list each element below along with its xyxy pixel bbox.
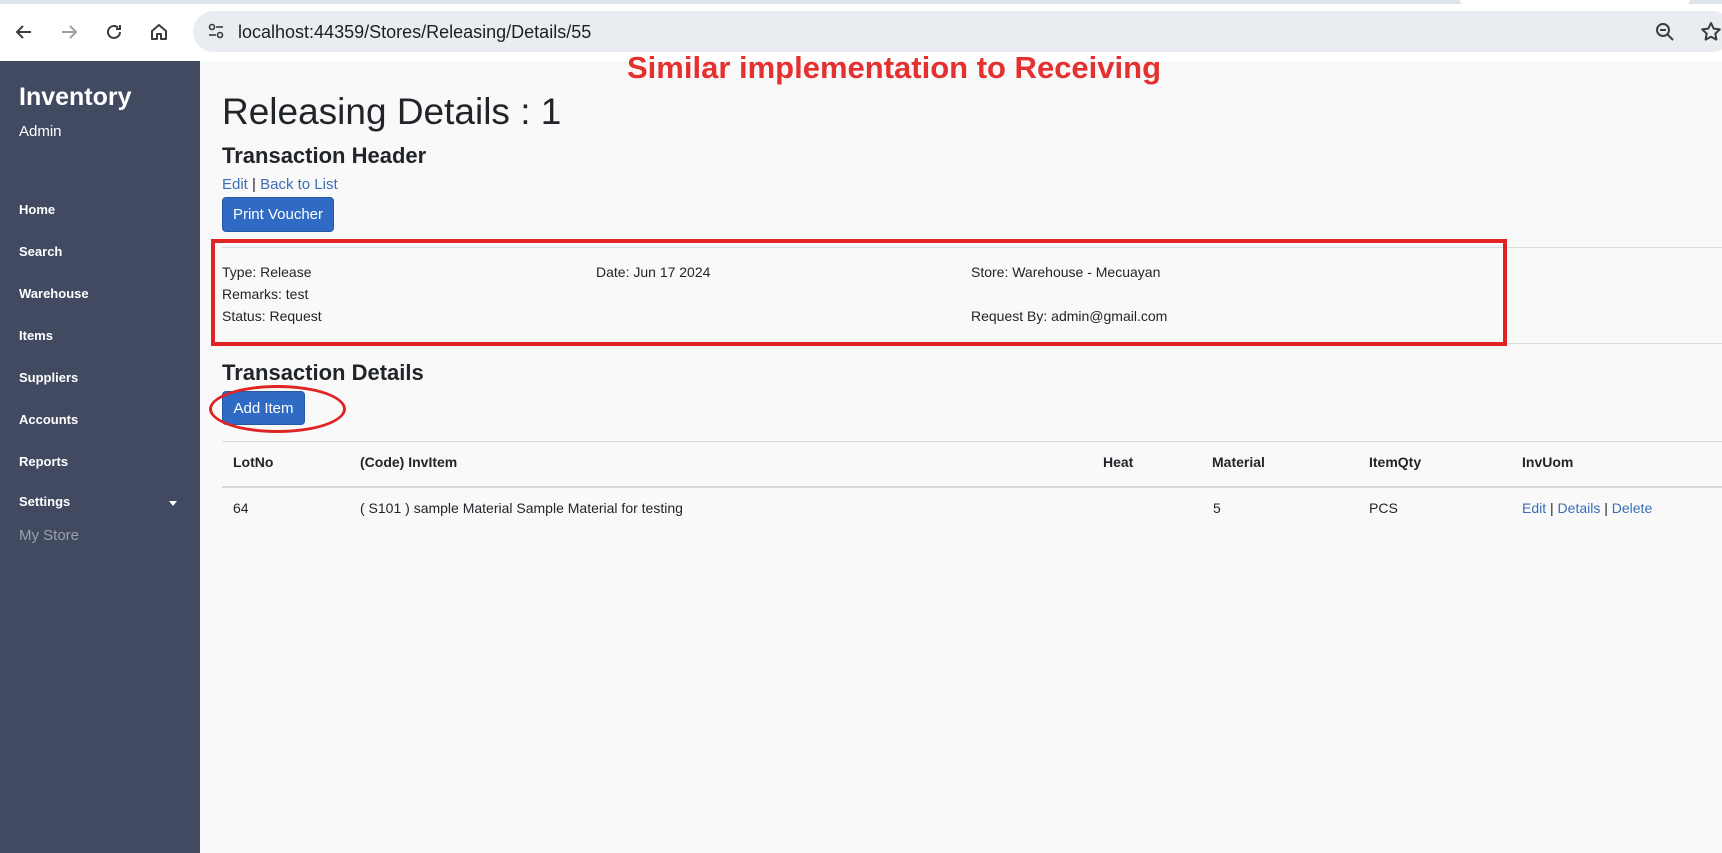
tab-strip — [0, 0, 1722, 4]
row-delete-link[interactable]: Delete — [1612, 500, 1652, 516]
row-details-link[interactable]: Details — [1558, 500, 1601, 516]
back-arrow-icon[interactable] — [6, 14, 42, 50]
column-header-invitem: (Code) InvItem — [360, 454, 458, 470]
column-header-heat: Heat — [1103, 454, 1134, 470]
active-tab-edge — [1460, 0, 1690, 4]
print-voucher-button[interactable]: Print Voucher — [222, 197, 334, 232]
transaction-details-title: Transaction Details — [222, 360, 424, 385]
sidebar-item-accounts[interactable]: Accounts — [19, 412, 78, 427]
sidebar-item-warehouse[interactable]: Warehouse — [19, 286, 89, 301]
row-edit-link[interactable]: Edit — [1522, 500, 1546, 516]
transaction-header-title: Transaction Header — [222, 143, 427, 168]
column-header-itemqty: ItemQty — [1369, 454, 1422, 470]
sidebar-item-items[interactable]: Items — [19, 328, 53, 343]
address-bar[interactable]: localhost:44359/Stores/Releasing/Details… — [193, 11, 1722, 52]
zoom-icon[interactable] — [1653, 20, 1677, 44]
cell-material: 5 — [1213, 500, 1221, 516]
table-header-border — [222, 486, 1722, 488]
cell-lotno: 64 — [233, 500, 249, 516]
annotation-highlight-ellipse — [209, 385, 346, 433]
bookmark-star-icon[interactable] — [1699, 20, 1722, 44]
chevron-down-icon[interactable] — [169, 501, 177, 506]
annotation-text: Similar implementation to Receiving — [627, 50, 1162, 85]
row-actions: Edit | Details | Delete — [1522, 500, 1652, 516]
action-separator-1: | — [1550, 500, 1554, 516]
cell-itemqty: PCS — [1369, 500, 1398, 516]
url-text[interactable]: localhost:44359/Stores/Releasing/Details… — [238, 22, 591, 43]
reload-icon[interactable] — [96, 14, 132, 50]
sidebar-item-my-store[interactable]: My Store — [19, 527, 79, 544]
home-icon[interactable] — [141, 14, 177, 50]
site-info-icon[interactable] — [201, 16, 231, 46]
sidebar-item-settings[interactable]: Settings — [19, 494, 70, 509]
column-header-material: Material — [1212, 454, 1265, 470]
cell-invitem: ( S101 ) sample Material Sample Material… — [360, 500, 683, 516]
link-separator: | — [252, 176, 256, 193]
forward-arrow-icon[interactable] — [51, 14, 87, 50]
sidebar-item-home[interactable]: Home — [19, 202, 55, 217]
back-to-list-link[interactable]: Back to List — [260, 176, 338, 193]
sidebar-item-reports[interactable]: Reports — [19, 454, 68, 469]
annotation-highlight-box — [211, 239, 1507, 346]
brand-title[interactable]: Inventory — [19, 83, 132, 112]
column-header-invuom: InvUom — [1522, 454, 1574, 470]
user-role: Admin — [19, 123, 62, 140]
header-links: Edit | Back to List — [222, 176, 338, 193]
sidebar: Inventory Admin Home Search Warehouse It… — [0, 61, 200, 853]
sidebar-item-suppliers[interactable]: Suppliers — [19, 370, 78, 385]
edit-link[interactable]: Edit — [222, 176, 248, 193]
column-header-lotno: LotNo — [233, 454, 274, 470]
sidebar-item-search[interactable]: Search — [19, 244, 62, 259]
action-separator-2: | — [1604, 500, 1608, 516]
page-title: Releasing Details : 1 — [222, 91, 562, 132]
table-top-border — [222, 441, 1722, 442]
